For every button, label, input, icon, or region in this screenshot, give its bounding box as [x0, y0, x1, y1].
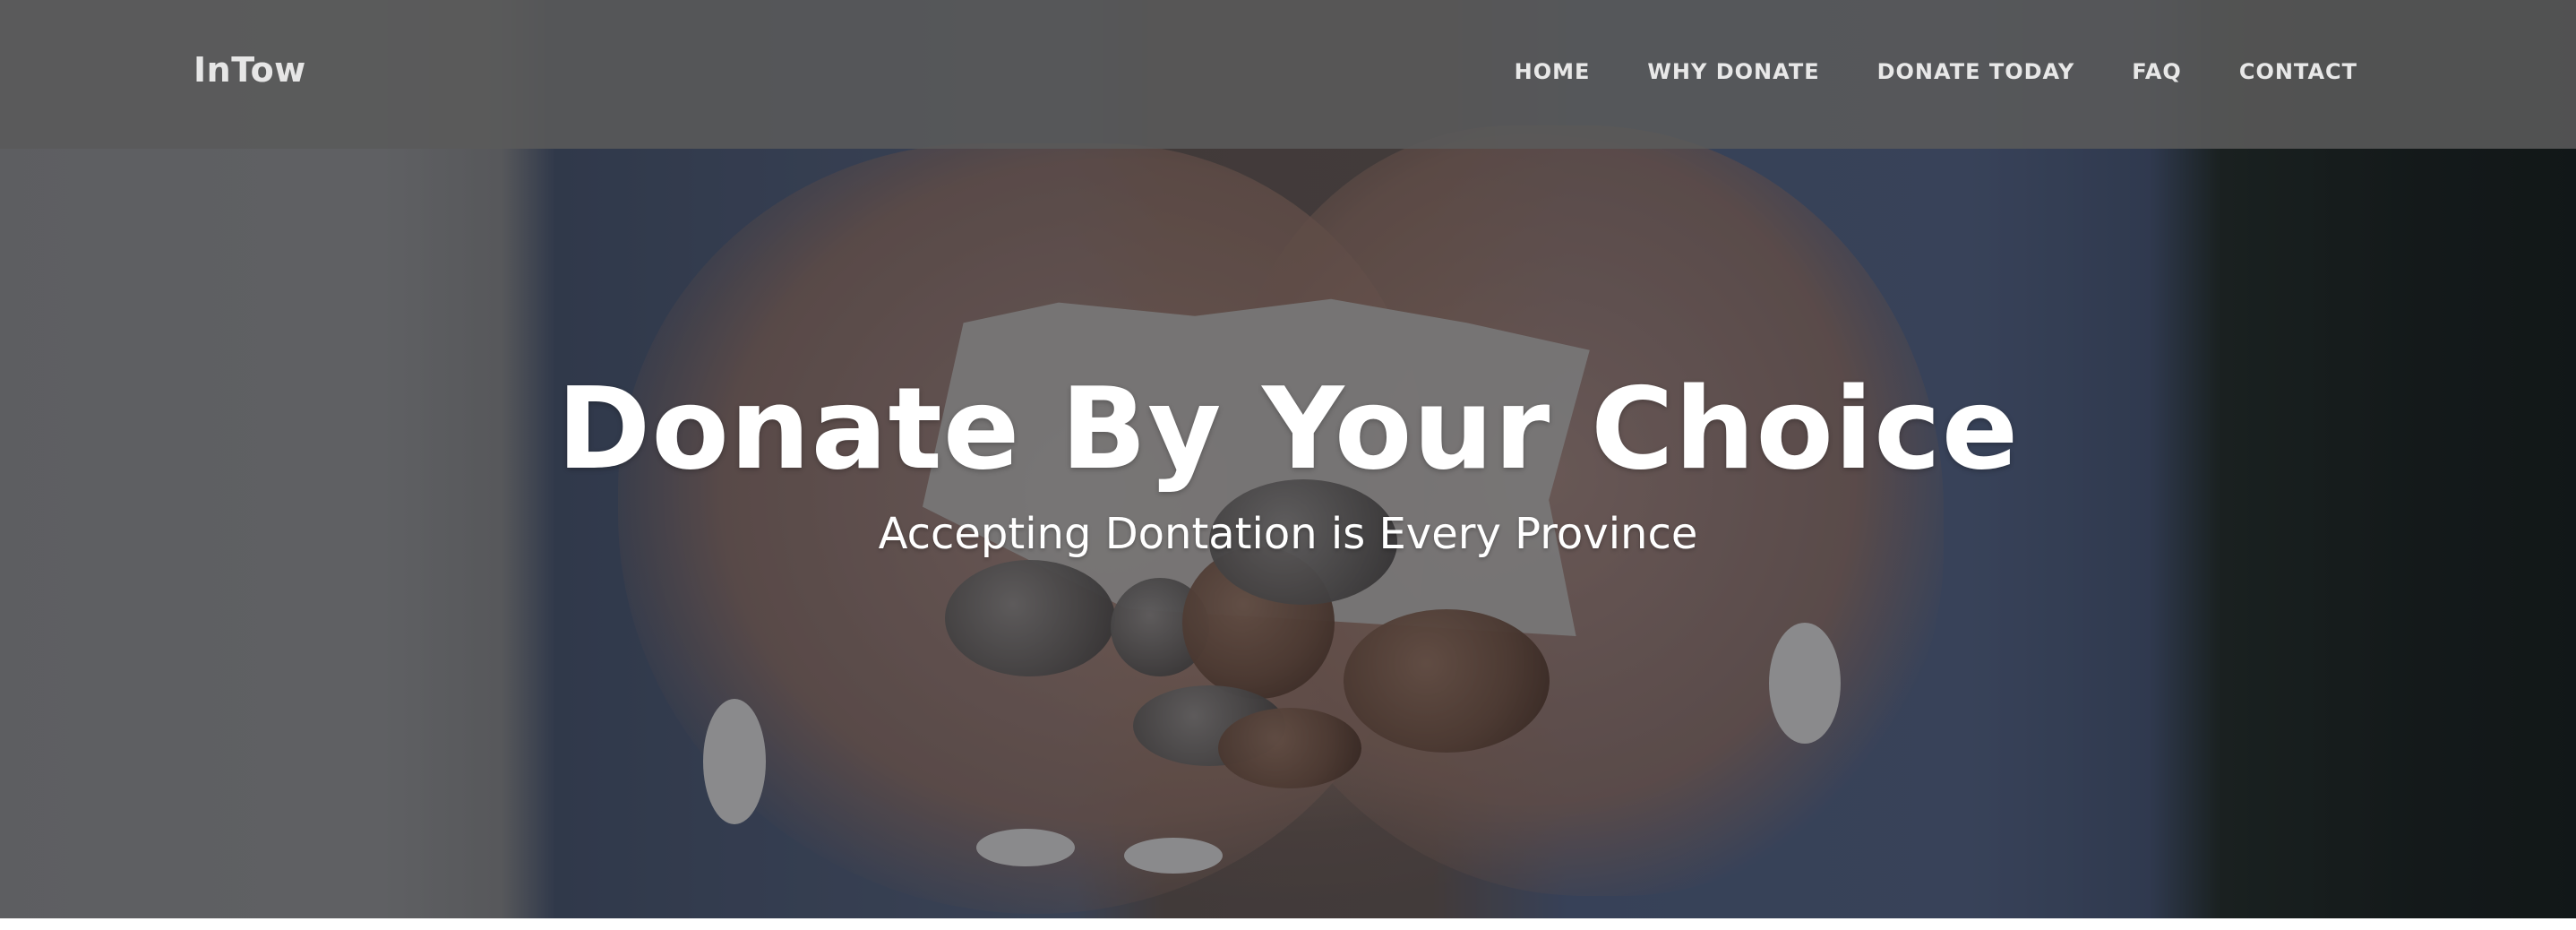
- nav-link-contact[interactable]: CONTACT: [2239, 59, 2357, 84]
- nav-item-contact: CONTACT: [2239, 59, 2357, 84]
- hero-subtitle: Accepting Dontation is Every Province: [878, 509, 1698, 559]
- navbar: InTow HOME WHY DONATE DONATE TODAY FAQ C…: [0, 0, 2576, 149]
- nav-link-why-donate[interactable]: WHY DONATE: [1647, 59, 1819, 84]
- nav-item-donate-today: DONATE TODAY: [1877, 59, 2075, 84]
- nav-link-donate-today[interactable]: DONATE TODAY: [1877, 59, 2075, 84]
- page: Donate By Your Choice Accepting Dontatio…: [0, 0, 2576, 930]
- nav-links: HOME WHY DONATE DONATE TODAY FAQ CONTACT: [1515, 59, 2357, 84]
- nav-link-faq[interactable]: FAQ: [2132, 59, 2182, 84]
- nav-item-faq: FAQ: [2132, 59, 2182, 84]
- brand-logo[interactable]: InTow: [193, 50, 306, 90]
- nav-link-home[interactable]: HOME: [1515, 59, 1591, 84]
- nav-item-home: HOME: [1515, 59, 1591, 84]
- nav-item-why-donate: WHY DONATE: [1647, 59, 1819, 84]
- hero-title: Donate By Your Choice: [556, 363, 2020, 495]
